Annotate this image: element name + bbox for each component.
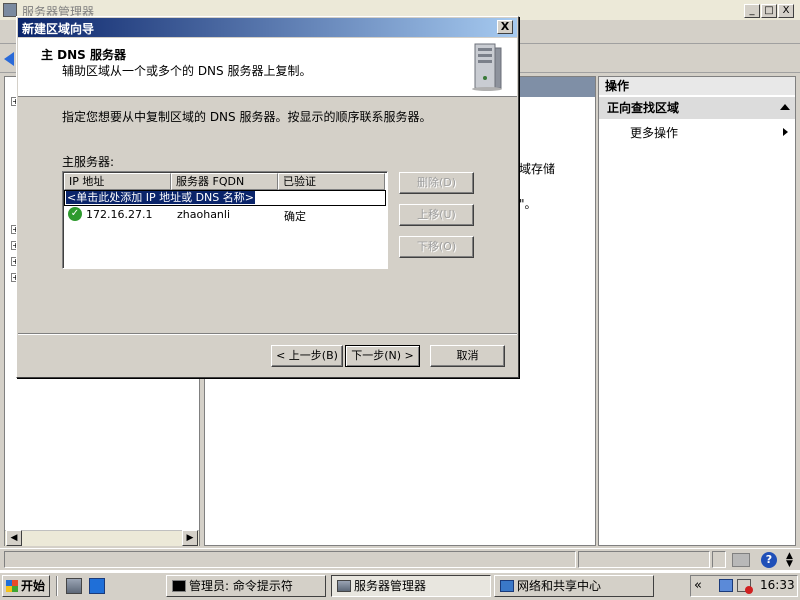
wizard-instruction-text: 指定您想要从中复制区域的 DNS 服务器。按显示的顺序联系服务器。 — [62, 110, 432, 124]
column-header-validated[interactable]: 已验证 — [278, 173, 385, 190]
show-desktop-icon[interactable] — [89, 578, 105, 594]
wizard-page-subheading: 辅助区域从一个或多个的 DNS 服务器上复制。 — [62, 64, 312, 78]
column-header-fqdn[interactable]: 服务器 FQDN — [171, 173, 278, 190]
back-arrow-icon[interactable] — [4, 52, 14, 66]
tray-expand-chevron[interactable]: « — [694, 578, 702, 593]
collapse-arrow-icon[interactable] — [780, 104, 790, 110]
close-button[interactable]: X — [778, 4, 794, 18]
server-tower-icon — [472, 43, 502, 91]
status-segment — [712, 551, 726, 568]
validated-check-icon: ✓ — [68, 207, 82, 221]
network-tray-icon[interactable] — [719, 579, 733, 592]
wizard-close-button[interactable]: X — [497, 20, 513, 34]
add-server-placeholder[interactable]: <单击此处添加 IP 地址或 DNS 名称> — [66, 191, 255, 204]
column-header-ip[interactable]: IP 地址 — [64, 173, 171, 190]
center-pane-text: 域存储 — [519, 162, 556, 176]
actions-section-header[interactable]: 正向查找区域 — [599, 97, 795, 119]
center-pane-text: "。 — [519, 197, 537, 211]
move-down-button[interactable]: 下移(O) — [399, 236, 474, 258]
network-icon — [500, 580, 514, 592]
scroll-left-arrow-icon[interactable]: ◀ — [6, 530, 22, 546]
status-segment — [4, 551, 576, 568]
minimize-button[interactable]: _ — [744, 4, 760, 18]
move-up-button[interactable]: 上移(U) — [399, 204, 474, 226]
scroll-right-arrow-icon[interactable]: ▶ — [182, 530, 198, 546]
back-button[interactable]: < 上一步(B) — [271, 345, 343, 367]
help-icon[interactable]: ? — [761, 552, 777, 568]
server-manager-quicklaunch-icon[interactable] — [66, 578, 82, 594]
taskbar-item-network[interactable]: 网络和共享中心 — [494, 575, 654, 597]
clock[interactable]: 16:33 — [760, 578, 795, 592]
server-manager-icon — [337, 580, 351, 592]
row-fqdn-cell: zhaohanli — [177, 208, 231, 221]
server-manager-app-icon — [3, 3, 17, 17]
taskbar-item-server-manager[interactable]: 服务器管理器 — [331, 575, 491, 597]
taskbar-item-cmd[interactable]: 管理员: 命令提示符 — [166, 575, 326, 597]
keyboard-icon[interactable] — [732, 553, 750, 567]
wizard-title: 新建区域向导 — [22, 22, 95, 36]
scroll-spin-icon[interactable]: ▲ ▼ — [786, 552, 793, 569]
taskbar-separator — [56, 576, 58, 596]
maximize-button[interactable]: □ — [761, 4, 777, 18]
delete-button[interactable]: 删除(D) — [399, 172, 474, 194]
status-segment — [578, 551, 710, 568]
actions-pane — [598, 76, 796, 546]
submenu-arrow-icon — [783, 128, 788, 136]
wizard-page-heading: 主 DNS 服务器 — [41, 48, 127, 62]
cancel-button[interactable]: 取消 — [430, 345, 505, 367]
wizard-footer-separator — [18, 333, 517, 335]
row-ip-cell: 172.16.27.1 — [86, 208, 153, 221]
master-servers-label: 主服务器: — [62, 155, 115, 169]
cmd-icon — [172, 580, 186, 592]
row-validated-cell: 确定 — [284, 210, 306, 223]
error-badge-icon — [745, 586, 753, 594]
actions-pane-header: 操作 — [599, 77, 795, 95]
windows-logo-icon — [6, 580, 18, 592]
tree-horizontal-scrollbar[interactable] — [5, 530, 199, 546]
more-actions-link[interactable]: 更多操作 — [630, 124, 678, 141]
next-button[interactable]: 下一步(N) > — [345, 345, 420, 367]
